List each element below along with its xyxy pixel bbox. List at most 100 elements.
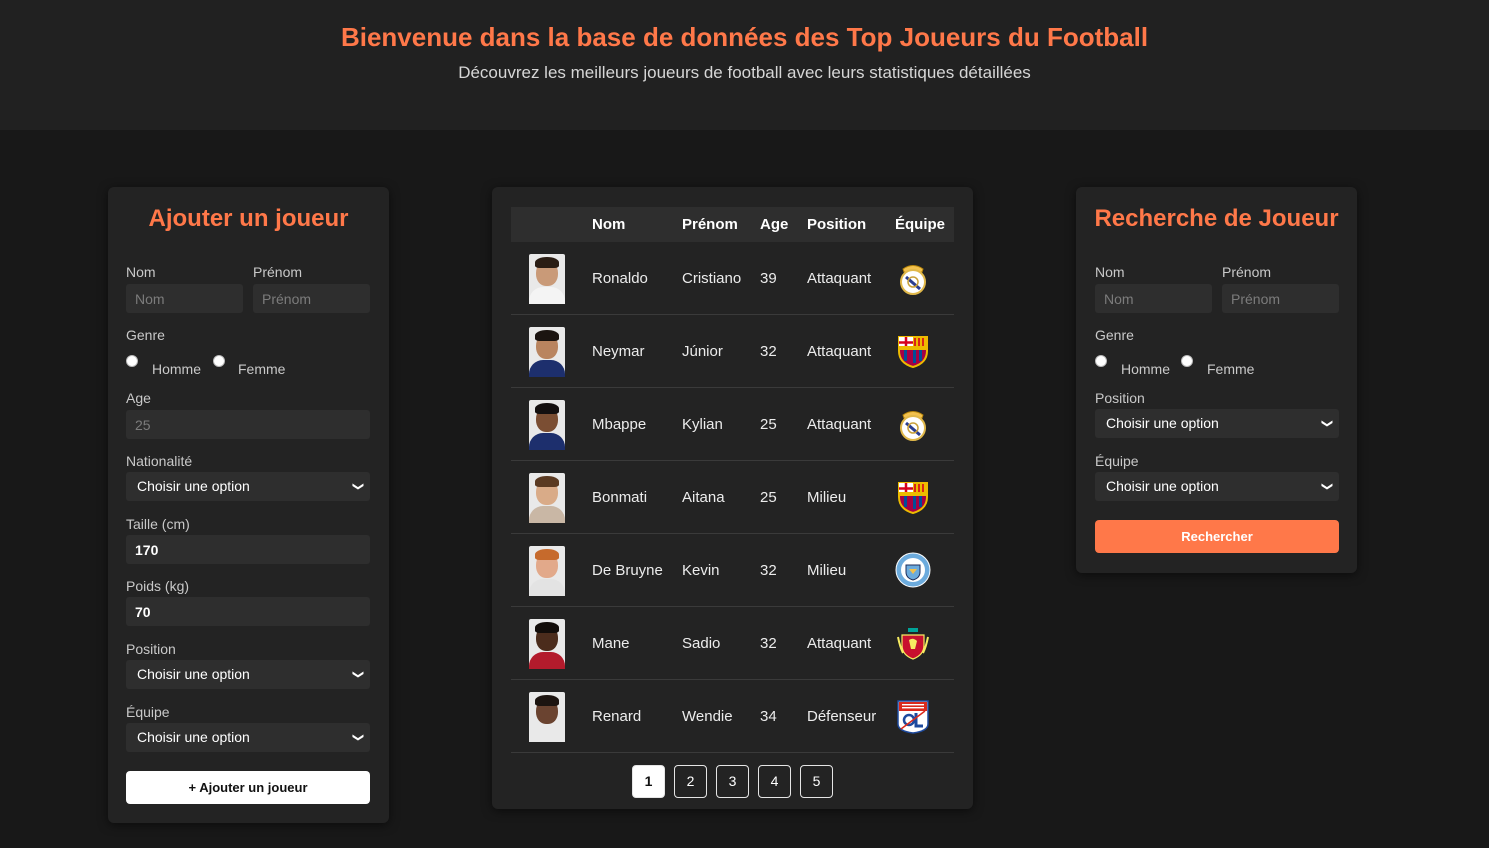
poids-input[interactable] [126, 597, 370, 626]
cell-prenom: Wendie [682, 708, 733, 725]
prenom-input[interactable] [253, 284, 370, 313]
player-photo [529, 619, 565, 669]
table-row[interactable]: Mane Sadio 32 Attaquant [511, 607, 954, 680]
page-title: Bienvenue dans la base de données des To… [340, 22, 1149, 52]
col-equipe-header[interactable]: Équipe [895, 207, 945, 242]
search-position-select[interactable]: Choisir une option ❯ [1095, 409, 1339, 438]
search-nom-input[interactable] [1095, 284, 1212, 313]
cell-position: Défenseur [807, 708, 877, 725]
cell-prenom: Kylian [682, 416, 723, 433]
search-position-select-value: Choisir une option [1106, 415, 1219, 431]
nom-input[interactable] [126, 284, 243, 313]
add-player-button[interactable]: + Ajouter un joueur [126, 771, 370, 804]
search-homme-radio[interactable] [1095, 355, 1107, 367]
taille-input[interactable] [126, 535, 370, 564]
col-prenom-header[interactable]: Prénom [682, 207, 738, 242]
cell-prenom: Cristiano [682, 270, 742, 287]
col-position-header[interactable]: Position [807, 207, 866, 242]
table-row[interactable]: Mbappe Kylian 25 Attaquant [511, 388, 954, 461]
cell-position: Attaquant [807, 416, 872, 433]
manchester-city-crest-icon [895, 552, 931, 588]
cell-position: Milieu [807, 489, 847, 506]
taille-label: Taille (cm) [126, 516, 190, 532]
cell-position: Milieu [807, 562, 847, 579]
poids-label: Poids (kg) [126, 578, 190, 594]
search-femme-radio-label: Femme [1207, 361, 1255, 377]
cell-prenom: Kevin [682, 562, 720, 579]
table-row[interactable]: De Bruyne Kevin 32 Milieu [511, 534, 954, 607]
position-label: Position [126, 641, 176, 657]
cell-age: 32 [760, 635, 777, 652]
equipe-label: Équipe [126, 704, 170, 720]
search-position-label: Position [1095, 390, 1145, 406]
page-button-5[interactable]: 5 [800, 765, 833, 798]
fc-barcelona-crest-icon [898, 336, 928, 369]
player-photo [529, 254, 565, 304]
page-header: Bienvenue dans la base de données des To… [0, 0, 1489, 130]
cell-nom: Bonmati [592, 489, 648, 506]
players-table-card: Nom Prénom Age Position Équipe Ronaldo C… [492, 187, 973, 809]
age-input[interactable] [126, 410, 370, 439]
nationalite-label: Nationalité [126, 453, 193, 469]
add-player-title: Ajouter un joueur [148, 205, 349, 232]
cell-age: 25 [760, 489, 777, 506]
search-equipe-label: Équipe [1095, 453, 1139, 469]
table-row[interactable]: Ronaldo Cristiano 39 Attaquant [511, 242, 954, 315]
page-button-4[interactable]: 4 [758, 765, 791, 798]
table-row[interactable]: Neymar Júnior 32 Attaquant [511, 315, 954, 388]
player-photo [529, 473, 565, 523]
nationalite-select-value: Choisir une option [137, 478, 250, 494]
chevron-down-icon: ❯ [1320, 481, 1333, 492]
search-homme-radio-label: Homme [1121, 361, 1171, 377]
search-player-card: Recherche de Joueur Nom Prénom Genre Hom… [1076, 187, 1357, 573]
cell-nom: De Bruyne [592, 562, 663, 579]
cell-nom: Mane [592, 635, 630, 652]
search-equipe-select-value: Choisir une option [1106, 478, 1219, 494]
homme-radio[interactable] [126, 355, 138, 367]
search-femme-radio[interactable] [1181, 355, 1193, 367]
search-button[interactable]: Rechercher [1095, 520, 1339, 553]
chevron-down-icon: ❯ [351, 669, 364, 680]
fc-barcelona-crest-icon [898, 482, 928, 515]
search-prenom-label: Prénom [1222, 264, 1272, 280]
search-equipe-select[interactable]: Choisir une option ❯ [1095, 472, 1339, 501]
chevron-down-icon: ❯ [1320, 418, 1333, 429]
age-label: Age [126, 390, 151, 406]
cell-position: Attaquant [807, 343, 872, 360]
page-button-3[interactable]: 3 [716, 765, 749, 798]
col-age-header[interactable]: Age [760, 207, 788, 242]
table-row[interactable]: Renard Wendie 34 Défenseur [511, 680, 954, 753]
page-button-1[interactable]: 1 [632, 765, 665, 798]
liverpool-crest-icon [897, 628, 929, 660]
col-nom-header[interactable]: Nom [592, 207, 625, 242]
position-select-value: Choisir une option [137, 666, 250, 682]
player-photo [529, 692, 565, 742]
chevron-down-icon: ❯ [351, 732, 364, 743]
equipe-select-value: Choisir une option [137, 729, 250, 745]
page-subtitle: Découvrez les meilleurs joueurs de footb… [458, 63, 1031, 82]
cell-prenom: Aitana [682, 489, 725, 506]
player-photo [529, 327, 565, 377]
page-button-2[interactable]: 2 [674, 765, 707, 798]
olympique-lyonnais-crest-icon [897, 700, 929, 734]
cell-nom: Neymar [592, 343, 645, 360]
genre-label: Genre [126, 327, 165, 343]
player-photo [529, 400, 565, 450]
position-select[interactable]: Choisir une option ❯ [126, 660, 370, 689]
search-nom-label: Nom [1095, 264, 1125, 280]
cell-age: 32 [760, 343, 777, 360]
cell-nom: Ronaldo [592, 270, 648, 287]
cell-age: 34 [760, 708, 777, 725]
cell-position: Attaquant [807, 635, 872, 652]
nom-label: Nom [126, 264, 156, 280]
search-prenom-input[interactable] [1222, 284, 1339, 313]
cell-prenom: Sadio [682, 635, 721, 652]
equipe-select[interactable]: Choisir une option ❯ [126, 723, 370, 752]
table-row[interactable]: Bonmati Aitana 25 Milieu [511, 461, 954, 534]
cell-nom: Renard [592, 708, 642, 725]
table-header: Nom Prénom Age Position Équipe [511, 207, 954, 242]
nationalite-select[interactable]: Choisir une option ❯ [126, 472, 370, 501]
femme-radio-label: Femme [238, 361, 286, 377]
femme-radio[interactable] [213, 355, 225, 367]
real-madrid-crest-icon [900, 265, 926, 295]
